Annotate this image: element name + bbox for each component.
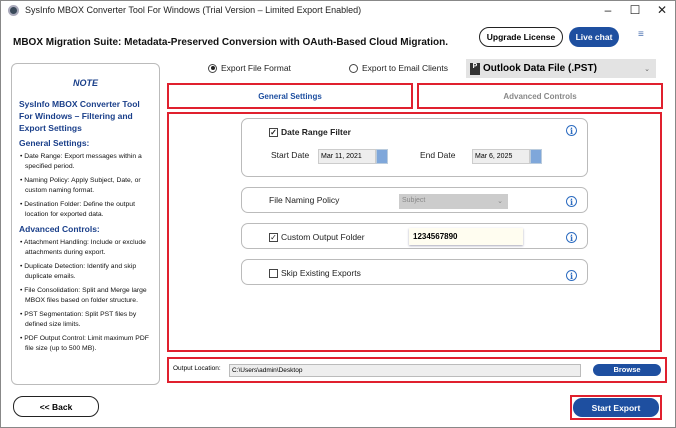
chevron-down-icon: ⌄ <box>644 65 650 73</box>
menu-icon[interactable]: ≡ <box>638 29 644 40</box>
export-file-format-radio[interactable]: Export File Format <box>208 63 291 73</box>
checkbox-icon <box>269 268 278 278</box>
naming-policy-group: File Naming Policy Subject ⌄ i <box>241 187 588 213</box>
info-icon[interactable]: i <box>566 196 577 207</box>
upgrade-license-button[interactable]: Upgrade License <box>479 27 563 47</box>
output-location-label: Output Location: <box>173 365 221 372</box>
naming-policy-select[interactable]: Subject ⌄ <box>399 194 508 209</box>
list-item: • Destination Folder: Define the output … <box>20 201 135 218</box>
export-email-clients-radio[interactable]: Export to Email Clients <box>349 63 448 73</box>
note-panel: NOTE SysInfo MBOX Converter Tool For Win… <box>11 63 160 385</box>
end-date-input[interactable]: Mar 6, 2025 <box>472 149 530 164</box>
live-chat-button[interactable]: Live chat <box>569 27 619 47</box>
info-icon[interactable]: i <box>566 125 577 136</box>
maximize-button[interactable]: ☐ <box>625 3 645 17</box>
format-value: Outlook Data File (.PST) <box>483 63 597 74</box>
start-date-label: Start Date <box>271 150 310 160</box>
date-range-checkbox[interactable]: ✓ Date Range Filter <box>269 127 351 137</box>
radio-label: Export File Format <box>221 63 291 73</box>
output-path-input[interactable]: C:\Users\admin\Desktop <box>229 364 581 377</box>
custom-folder-checkbox[interactable]: ✓ Custom Output Folder <box>269 232 365 242</box>
checkbox-label: Skip Existing Exports <box>281 268 361 278</box>
close-button[interactable]: ✕ <box>652 3 672 17</box>
tab-advanced-controls[interactable]: Advanced Controls <box>417 83 663 109</box>
naming-value: Subject <box>402 197 426 204</box>
browse-button[interactable]: Browse <box>593 364 661 376</box>
note-subtitle: SysInfo MBOX Converter Tool For Windows … <box>19 99 140 133</box>
chevron-down-icon: ⌄ <box>497 198 503 205</box>
checkbox-checked-icon: ✓ <box>269 232 278 242</box>
skip-exports-group: Skip Existing Exports i <box>241 259 588 285</box>
list-item: • Attachment Handling: Include or exclud… <box>20 239 146 256</box>
list-item: • Duplicate Detection: Identify and skip… <box>20 263 137 280</box>
checkbox-checked-icon: ✓ <box>269 127 278 137</box>
radio-selected-icon <box>208 63 217 73</box>
note-title: NOTE <box>72 78 98 88</box>
list-item: • PDF Output Control: Limit maximum PDF … <box>20 335 149 352</box>
output-location-bar: Output Location: C:\Users\admin\Desktop … <box>167 357 667 383</box>
format-dropdown[interactable]: P Outlook Data File (.PST) ⌄ <box>466 59 656 78</box>
outlook-icon: P <box>470 62 480 75</box>
app-icon <box>8 5 19 16</box>
list-item: • File Consolidation: Split and Merge la… <box>20 287 147 304</box>
skip-existing-checkbox[interactable]: Skip Existing Exports <box>269 268 361 278</box>
info-icon[interactable]: i <box>566 270 577 281</box>
start-date-input[interactable]: Mar 11, 2021 <box>318 149 376 164</box>
minimize-button[interactable]: – <box>598 3 618 17</box>
page-title: MBOX Migration Suite: Metadata-Preserved… <box>13 37 449 48</box>
calendar-icon[interactable] <box>376 149 388 164</box>
checkbox-label: Date Range Filter <box>281 127 351 137</box>
start-export-button[interactable]: Start Export <box>573 398 659 417</box>
end-date-label: End Date <box>420 150 456 160</box>
custom-folder-group: ✓ Custom Output Folder 1234567890 i <box>241 223 588 249</box>
checkbox-label: Custom Output Folder <box>281 232 365 242</box>
radio-label: Export to Email Clients <box>362 63 448 73</box>
list-item: • PST Segmentation: Split PST files by d… <box>20 311 137 328</box>
general-heading: General Settings: <box>19 138 90 148</box>
radio-icon <box>349 63 358 73</box>
custom-folder-input[interactable]: 1234567890 <box>409 228 523 245</box>
tab-general-settings[interactable]: General Settings <box>167 83 413 109</box>
naming-policy-label: File Naming Policy <box>269 195 340 205</box>
list-item: • Date Range: Export messages within a s… <box>20 153 142 170</box>
list-item: • Naming Policy: Apply Subject, Date, or… <box>20 177 141 194</box>
back-button[interactable]: << Back <box>13 396 99 417</box>
advanced-heading: Advanced Controls: <box>19 224 100 234</box>
window-title: SysInfo MBOX Converter Tool For Windows … <box>25 5 362 15</box>
calendar-icon[interactable] <box>530 149 542 164</box>
info-icon[interactable]: i <box>566 232 577 243</box>
date-range-group: ✓ Date Range Filter i Start Date Mar 11, … <box>241 118 588 177</box>
